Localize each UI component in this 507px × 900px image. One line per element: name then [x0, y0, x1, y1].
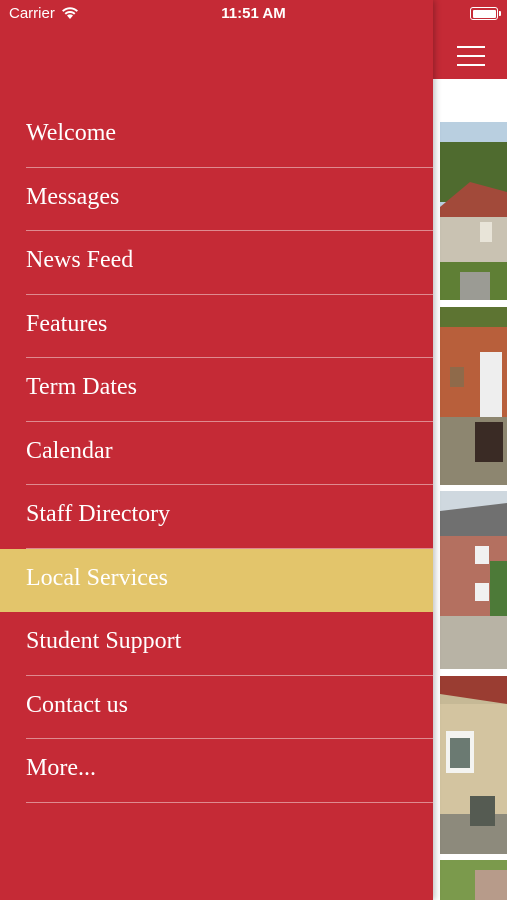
hamburger-menu-icon[interactable] — [457, 46, 485, 68]
main-content-peek — [433, 0, 507, 900]
clock: 11:51 AM — [221, 5, 286, 22]
menu-item-student-support[interactable]: Student Support — [0, 612, 433, 676]
menu-item-term-dates[interactable]: Term Dates — [0, 358, 433, 422]
property-thumbnail[interactable] — [440, 491, 507, 669]
house-photo — [440, 491, 507, 669]
property-thumbnail[interactable] — [440, 860, 507, 900]
menu-item-welcome[interactable]: Welcome — [0, 104, 433, 168]
house-photo — [440, 676, 507, 854]
house-photo — [440, 860, 507, 900]
menu-item-messages[interactable]: Messages — [0, 168, 433, 231]
navigation-drawer: Welcome Messages News Feed Features Term… — [0, 0, 433, 900]
battery-icon — [470, 7, 501, 20]
menu-item-label: Contact us — [26, 691, 128, 718]
menu-item-label: News Feed — [26, 247, 134, 273]
menu-item-local-services[interactable]: Local Services — [0, 548, 433, 612]
menu-item-label: Term Dates — [26, 374, 137, 400]
menu-item-contact-us[interactable]: Contact us — [0, 676, 433, 739]
nav-menu: Welcome Messages News Feed Features Term… — [0, 104, 433, 803]
menu-item-label: Staff Directory — [26, 501, 171, 527]
menu-item-label: Local Services — [26, 564, 168, 591]
property-thumbnail[interactable] — [440, 676, 507, 854]
divider — [26, 801, 433, 803]
house-photo — [440, 122, 507, 300]
menu-item-label: Student Support — [26, 628, 182, 654]
menu-item-features[interactable]: Features — [0, 295, 433, 358]
property-thumbnail[interactable] — [440, 122, 507, 300]
menu-item-label: More... — [26, 755, 96, 781]
house-photo — [440, 307, 507, 485]
menu-item-label: Messages — [26, 183, 120, 210]
property-thumbnail[interactable] — [440, 307, 507, 485]
menu-item-more[interactable]: More... — [0, 739, 433, 803]
menu-item-calendar[interactable]: Calendar — [0, 422, 433, 485]
menu-item-label: Welcome — [26, 120, 117, 146]
status-bar: Carrier 11:51 AM — [0, 0, 507, 28]
menu-item-news-feed[interactable]: News Feed — [0, 231, 433, 295]
menu-item-label: Calendar — [26, 437, 113, 464]
menu-item-staff-directory[interactable]: Staff Directory — [0, 485, 433, 549]
menu-item-label: Features — [26, 310, 108, 337]
